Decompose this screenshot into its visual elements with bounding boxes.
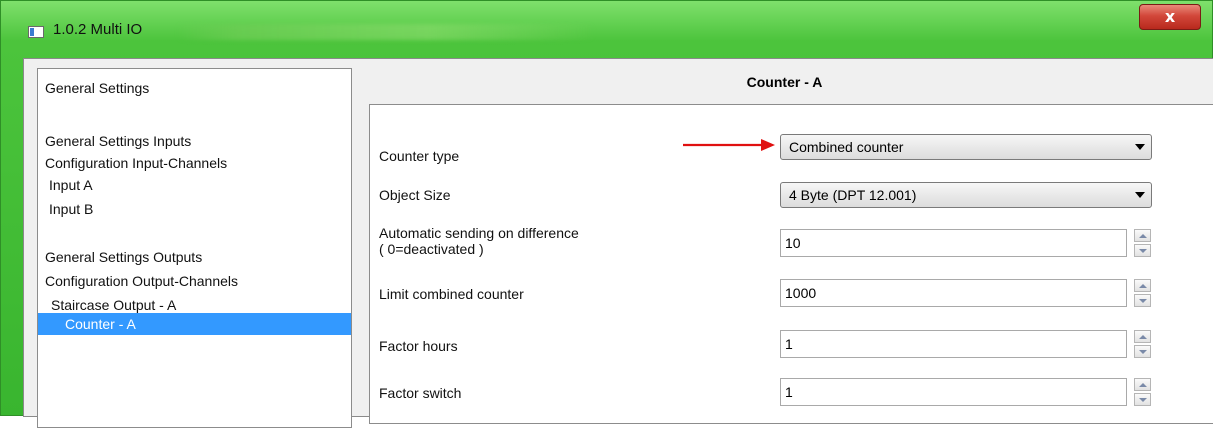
auto-send-input[interactable]: 10	[780, 229, 1127, 257]
app-window: 1.0.2 Multi IO x General Settings Genera…	[0, 0, 1213, 428]
stepper-down-icon[interactable]	[1134, 244, 1151, 257]
red-arrow-icon	[683, 139, 775, 151]
chevron-down-icon	[1135, 144, 1145, 150]
object-size-value: 4 Byte (DPT 12.001)	[789, 187, 917, 203]
stepper-down-icon[interactable]	[1134, 294, 1151, 307]
tree-item-configuration-output-channels[interactable]: Configuration Output-Channels	[45, 270, 238, 292]
dialog-client-area: General Settings General Settings Inputs…	[23, 58, 1213, 428]
factor-switch-input[interactable]: 1	[780, 378, 1127, 406]
stepper-down-icon[interactable]	[1134, 345, 1151, 358]
tree-item-counter-a[interactable]: Counter - A	[38, 313, 351, 335]
tree-item-input-a[interactable]: Input A	[49, 174, 93, 196]
window-title: 1.0.2 Multi IO	[53, 21, 143, 38]
counter-type-select[interactable]: Combined counter	[780, 134, 1152, 160]
stepper-up-icon[interactable]	[1134, 279, 1151, 292]
stepper-up-icon[interactable]	[1134, 229, 1151, 242]
counter-type-value: Combined counter	[789, 139, 904, 155]
close-button[interactable]: x	[1139, 4, 1201, 30]
auto-send-sublabel: ( 0=deactivated )	[379, 241, 484, 257]
factor-switch-stepper[interactable]	[1134, 378, 1151, 406]
auto-send-stepper[interactable]	[1134, 229, 1151, 257]
parameter-tree[interactable]: General Settings General Settings Inputs…	[37, 68, 352, 428]
factor-hours-input[interactable]: 1	[780, 330, 1127, 358]
tree-item-input-b[interactable]: Input B	[49, 198, 93, 220]
blurred-menu-bar	[176, 24, 596, 40]
panel-title: Counter - A	[746, 74, 823, 90]
tree-item-general-settings-inputs[interactable]: General Settings Inputs	[45, 130, 191, 152]
stepper-up-icon[interactable]	[1134, 378, 1151, 391]
parameter-panel: Counter type Combined counter Object Siz…	[369, 104, 1213, 424]
window-icon	[28, 26, 44, 38]
tree-item-configuration-input-channels[interactable]: Configuration Input-Channels	[45, 152, 227, 174]
limit-counter-stepper[interactable]	[1134, 279, 1151, 307]
limit-counter-label: Limit combined counter	[379, 286, 524, 302]
factor-hours-label: Factor hours	[379, 338, 458, 354]
chevron-down-icon	[1135, 192, 1145, 198]
tree-item-general-settings-outputs[interactable]: General Settings Outputs	[45, 246, 202, 268]
title-bar[interactable]: 1.0.2 Multi IO x	[1, 1, 1213, 57]
factor-hours-stepper[interactable]	[1134, 330, 1151, 358]
stepper-up-icon[interactable]	[1134, 330, 1151, 343]
tree-item-general-settings[interactable]: General Settings	[45, 77, 149, 99]
object-size-label: Object Size	[379, 187, 451, 203]
object-size-select[interactable]: 4 Byte (DPT 12.001)	[780, 182, 1152, 208]
counter-type-label: Counter type	[379, 148, 460, 164]
factor-switch-label: Factor switch	[379, 385, 462, 401]
stepper-down-icon[interactable]	[1134, 393, 1151, 406]
limit-counter-input[interactable]: 1000	[780, 279, 1127, 307]
